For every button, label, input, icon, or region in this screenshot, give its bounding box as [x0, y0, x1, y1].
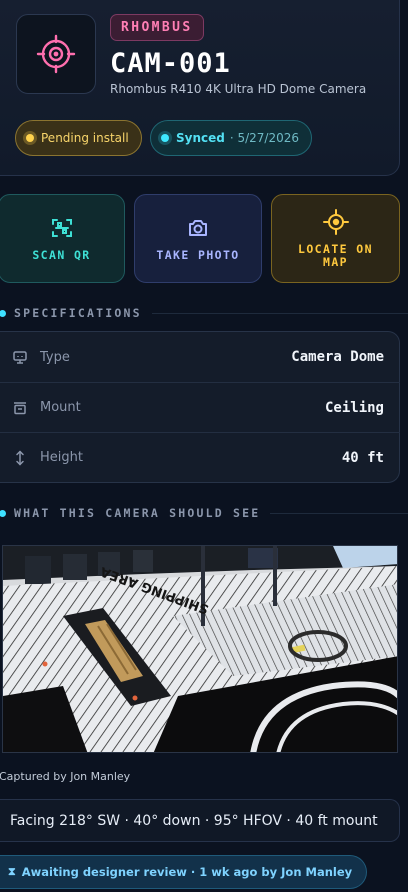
spec-key-height: Height — [40, 450, 83, 465]
spec-row-height: Height 40 ft — [0, 432, 400, 482]
scan-qr-button[interactable]: SCAN QR — [0, 194, 125, 283]
camera-id-title: CAM-001 — [110, 48, 231, 79]
section-dot-icon — [0, 509, 6, 517]
brand-badge: RHOMBUS — [110, 14, 204, 41]
spec-key-type: Type — [40, 349, 70, 365]
camera-thumbnail — [16, 14, 96, 94]
camera-type-icon — [12, 349, 28, 365]
synced-date: · 5/27/2026 — [229, 131, 300, 145]
take-photo-button[interactable]: TAKE PHOTO — [134, 194, 262, 283]
section-dot-icon — [0, 309, 6, 317]
spec-value-mount: Ceiling — [324, 399, 384, 416]
locate-on-map-button[interactable]: LOCATE ON MAP — [271, 194, 400, 283]
camera-orientation-info: Facing 218° SW · 40° down · 95° HFOV · 4… — [0, 799, 400, 842]
pending-label: Pending install — [41, 131, 129, 145]
camera-view-header: WHAT THIS CAMERA SHOULD SEE — [0, 505, 408, 521]
camera-view-title: WHAT THIS CAMERA SHOULD SEE — [14, 506, 261, 520]
scan-qr-label: SCAN QR — [32, 248, 91, 262]
height-icon — [12, 450, 28, 466]
synced-dot-icon — [161, 134, 169, 142]
spec-value-type: Camera Dome — [291, 349, 384, 365]
spec-row-type: Type Camera Dome — [0, 332, 400, 382]
synced-badge[interactable]: Synced · 5/27/2026 — [150, 120, 313, 156]
warehouse-scene-image: SHIPPING AREA — [3, 546, 397, 752]
pending-dot-icon — [26, 134, 34, 142]
camera-view-render[interactable]: SHIPPING AREA — [2, 545, 398, 753]
synced-label: Synced — [176, 131, 225, 145]
spec-key-mount: Mount — [40, 400, 81, 415]
capture-caption: Captured by Jon Manley — [0, 770, 131, 783]
design-review-status[interactable]: ⧗ Awaiting designer review · 1 wk ago by… — [0, 855, 368, 889]
specifications-title: SPECIFICATIONS — [14, 306, 142, 320]
pending-install-badge[interactable]: Pending install — [15, 120, 142, 156]
camera-header-card: RHOMBUS CAM-001 Rhombus R410 4K Ultra HD… — [0, 0, 400, 176]
camera-model-subtitle: Rhombus R410 4K Ultra HD Dome Camera — [110, 82, 367, 96]
mount-icon — [12, 400, 28, 416]
qr-scan-icon — [51, 219, 72, 237]
review-status-text: Awaiting designer review · 1 wk ago by J… — [21, 865, 353, 879]
locate-label-line2: MAP — [323, 254, 348, 269]
crosshair-icon — [322, 208, 349, 235]
locate-label-line1: LOCATE ON — [298, 241, 373, 256]
spec-row-mount: Mount Ceiling — [0, 382, 400, 432]
camera-icon — [189, 220, 207, 236]
spec-value-height: 40 ft — [341, 449, 384, 466]
section-divider — [270, 512, 408, 514]
section-divider — [151, 312, 408, 314]
hourglass-icon: ⧗ — [8, 865, 16, 878]
target-camera-icon — [36, 34, 76, 74]
take-photo-label: TAKE PHOTO — [156, 248, 240, 262]
specifications-header: SPECIFICATIONS — [0, 305, 408, 321]
specifications-card: Type Camera Dome Mount Ceiling Height 40… — [0, 331, 400, 483]
